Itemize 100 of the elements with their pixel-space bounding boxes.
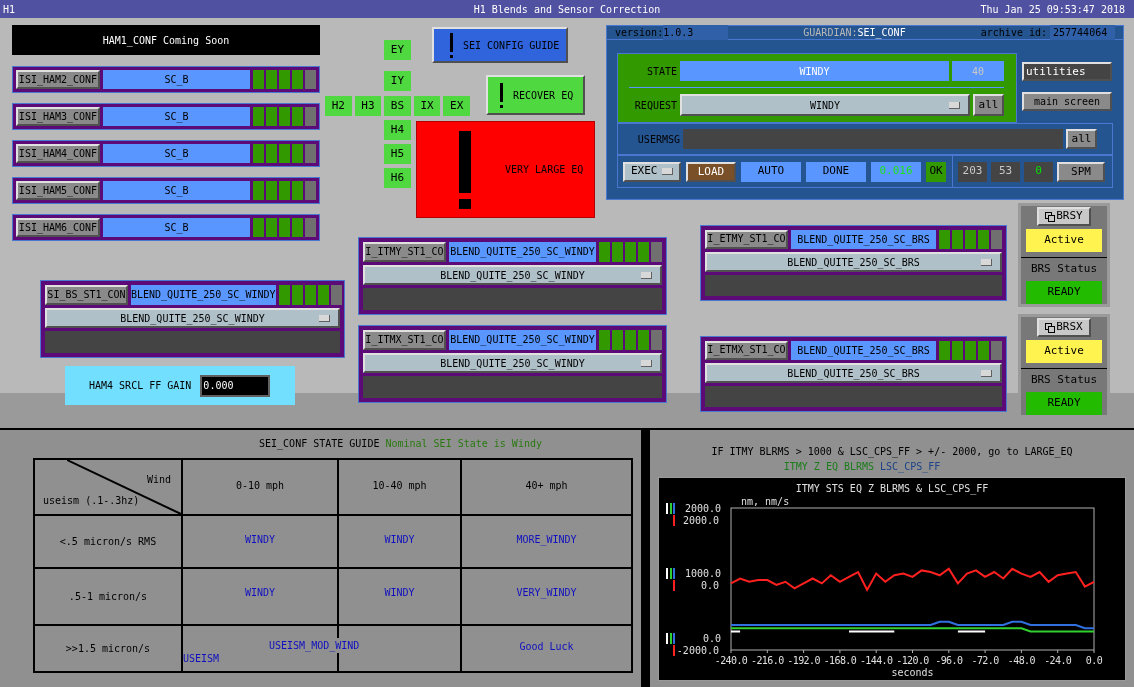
- ok-indicator: OK: [926, 161, 946, 182]
- version-field: 1.0.3: [663, 25, 729, 40]
- menu-indicator-icon: [641, 271, 652, 279]
- utilities-button[interactable]: utilities: [1022, 62, 1112, 81]
- station-button[interactable]: IY: [384, 71, 411, 91]
- state-cell-text: USEISM: [183, 652, 220, 666]
- config-button[interactable]: ISI_HAM2_CONF: [16, 70, 100, 89]
- corner-label: Wind: [146, 473, 171, 487]
- config-button[interactable]: I_ETMY_ST1_CO: [705, 230, 788, 249]
- station-button[interactable]: H4: [384, 120, 411, 140]
- x-tick-label: -48.0: [1007, 655, 1035, 666]
- blend-dropdown[interactable]: BLEND_QUITE_250_SC_WINDY: [363, 352, 662, 374]
- brs-status-label: BRS Status: [1030, 372, 1098, 389]
- state-cell-text: WINDY: [384, 533, 415, 547]
- load-button[interactable]: LOAD: [686, 161, 736, 182]
- brs-button[interactable]: BRSY: [1037, 207, 1091, 226]
- station-button[interactable]: H6: [384, 168, 411, 188]
- config-button[interactable]: SI_BS_ST1_CON: [45, 285, 128, 305]
- window-title: H1 Blends and Sensor Correction: [473, 2, 661, 17]
- counter-field: 53: [991, 161, 1020, 182]
- guardian-label: GUARDIAN:: [803, 26, 858, 40]
- mode-field: AUTO: [741, 161, 801, 182]
- main-screen-button[interactable]: main screen: [1022, 92, 1112, 111]
- station-button[interactable]: BS: [384, 96, 411, 116]
- station-button[interactable]: H2: [325, 96, 352, 116]
- menu-indicator-icon: [662, 168, 673, 175]
- state-cell-text: WINDY: [244, 586, 276, 600]
- state-cell-text: WINDY: [244, 533, 276, 547]
- x-tick-label: -144.0: [859, 655, 893, 666]
- recover-eq-button[interactable]: RECOVER EQ: [486, 75, 585, 115]
- window-icon: [1045, 211, 1056, 222]
- state-index-field: 40: [952, 61, 1004, 81]
- y-tick-label: 2000.0: [682, 515, 719, 526]
- y-tick-label: 0.0: [700, 580, 719, 591]
- row-header: >>1.5 micron/s: [65, 642, 151, 656]
- all-button[interactable]: all: [973, 94, 1004, 116]
- config-button[interactable]: ISI_HAM4_CONF: [16, 144, 100, 163]
- config-guide-button[interactable]: SEI CONFIG GUIDE: [432, 27, 568, 63]
- brs-state-field: Active: [1026, 340, 1102, 364]
- exclamation-icon: [450, 32, 453, 58]
- config-state-field: SC_B: [103, 181, 250, 200]
- y-tick-label: 2000.0: [684, 503, 721, 514]
- spm-button[interactable]: SPM: [1057, 161, 1105, 182]
- very-large-eq-button[interactable]: VERY LARGE EQ: [416, 121, 595, 218]
- x-tick-label: -96.0: [935, 655, 963, 666]
- station-button[interactable]: IX: [413, 96, 441, 116]
- station-button[interactable]: EY: [384, 40, 411, 60]
- blend-state-field: BLEND_QUITE_250_SC_BRS: [791, 230, 936, 249]
- config-button[interactable]: I_ETMX_ST1_CO: [705, 341, 788, 360]
- row-header: <.5 micron/s RMS: [59, 535, 157, 549]
- blend-state-field: BLEND_QUITE_250_SC_WINDY: [449, 330, 596, 350]
- guardian-name: SEI_CONF: [857, 26, 906, 40]
- x-tick-label: -120.0: [896, 655, 929, 666]
- chart-title: ITMY STS EQ Z BLRMS & LSC_CPS_FF: [795, 483, 989, 494]
- config-button[interactable]: I_ITMX_ST1_CO: [363, 330, 446, 350]
- blend-dropdown[interactable]: BLEND_QUITE_250_SC_WINDY: [363, 264, 662, 286]
- menu-indicator-icon: [949, 101, 960, 109]
- guide-note: Nominal SEI State is Windy: [385, 437, 542, 451]
- request-label: REQUEST: [633, 98, 678, 113]
- config-state-field: SC_B: [103, 107, 250, 126]
- config-button[interactable]: ISI_HAM6_CONF: [16, 218, 100, 237]
- gain-label: HAM4 SRCL FF GAIN: [89, 379, 192, 393]
- exec-dropdown[interactable]: EXEC: [623, 161, 681, 182]
- row-header: .5-1 micron/s: [68, 590, 148, 604]
- x-tick-label: -240.0: [714, 655, 748, 666]
- state-field: WINDY: [680, 61, 949, 81]
- usermsg-label: USERMSG: [636, 132, 681, 147]
- brs-button[interactable]: BRSX: [1037, 318, 1091, 337]
- config-button[interactable]: I_ITMY_ST1_CO: [363, 242, 446, 262]
- config-state-field: SC_B: [103, 218, 250, 237]
- date-time: Thu Jan 25 09:53:47 2018: [980, 2, 1126, 17]
- state-label: STATE: [645, 64, 678, 79]
- menu-indicator-icon: [641, 359, 652, 367]
- x-tick-label: -72.0: [971, 655, 999, 666]
- corner-label: useism (.1-.3hz): [43, 494, 140, 508]
- timing-field: 0.016: [871, 161, 921, 182]
- x-tick-label: -168.0: [823, 655, 857, 666]
- column-header: 0-10 mph: [235, 478, 285, 493]
- gain-input[interactable]: 0.000: [200, 374, 271, 397]
- brs-status-field: READY: [1026, 391, 1102, 415]
- blend-dropdown[interactable]: BLEND_QUITE_250_SC_BRS: [705, 363, 1002, 384]
- blend-dropdown[interactable]: BLEND_QUITE_250_SC_WINDY: [45, 307, 340, 329]
- station-button[interactable]: H5: [384, 144, 411, 164]
- request-dropdown[interactable]: WINDY: [680, 94, 970, 116]
- station-button[interactable]: EX: [443, 96, 470, 116]
- station-button[interactable]: H3: [354, 96, 382, 116]
- ham1-banner: HAM1_CONF Coming Soon: [12, 25, 320, 55]
- blend-dropdown[interactable]: BLEND_QUITE_250_SC_BRS: [705, 252, 1002, 273]
- config-button[interactable]: ISI_HAM3_CONF: [16, 107, 100, 126]
- state-cell-text: VERY_WINDY: [516, 586, 577, 601]
- legend-label: LSC_CPS_FF: [880, 460, 941, 474]
- column-header: 10-40 mph: [372, 478, 427, 493]
- config-button[interactable]: ISI_HAM5_CONF: [16, 181, 100, 200]
- config-state-field: SC_B: [103, 144, 250, 163]
- x-tick-label: 0.0: [1085, 655, 1103, 666]
- state-cell-text: WINDY: [384, 586, 415, 600]
- brs-status-field: READY: [1026, 280, 1102, 304]
- column-header: 40+ mph: [525, 478, 568, 493]
- all-button[interactable]: all: [1066, 129, 1097, 149]
- archive-id-label: archive id:: [980, 26, 1047, 40]
